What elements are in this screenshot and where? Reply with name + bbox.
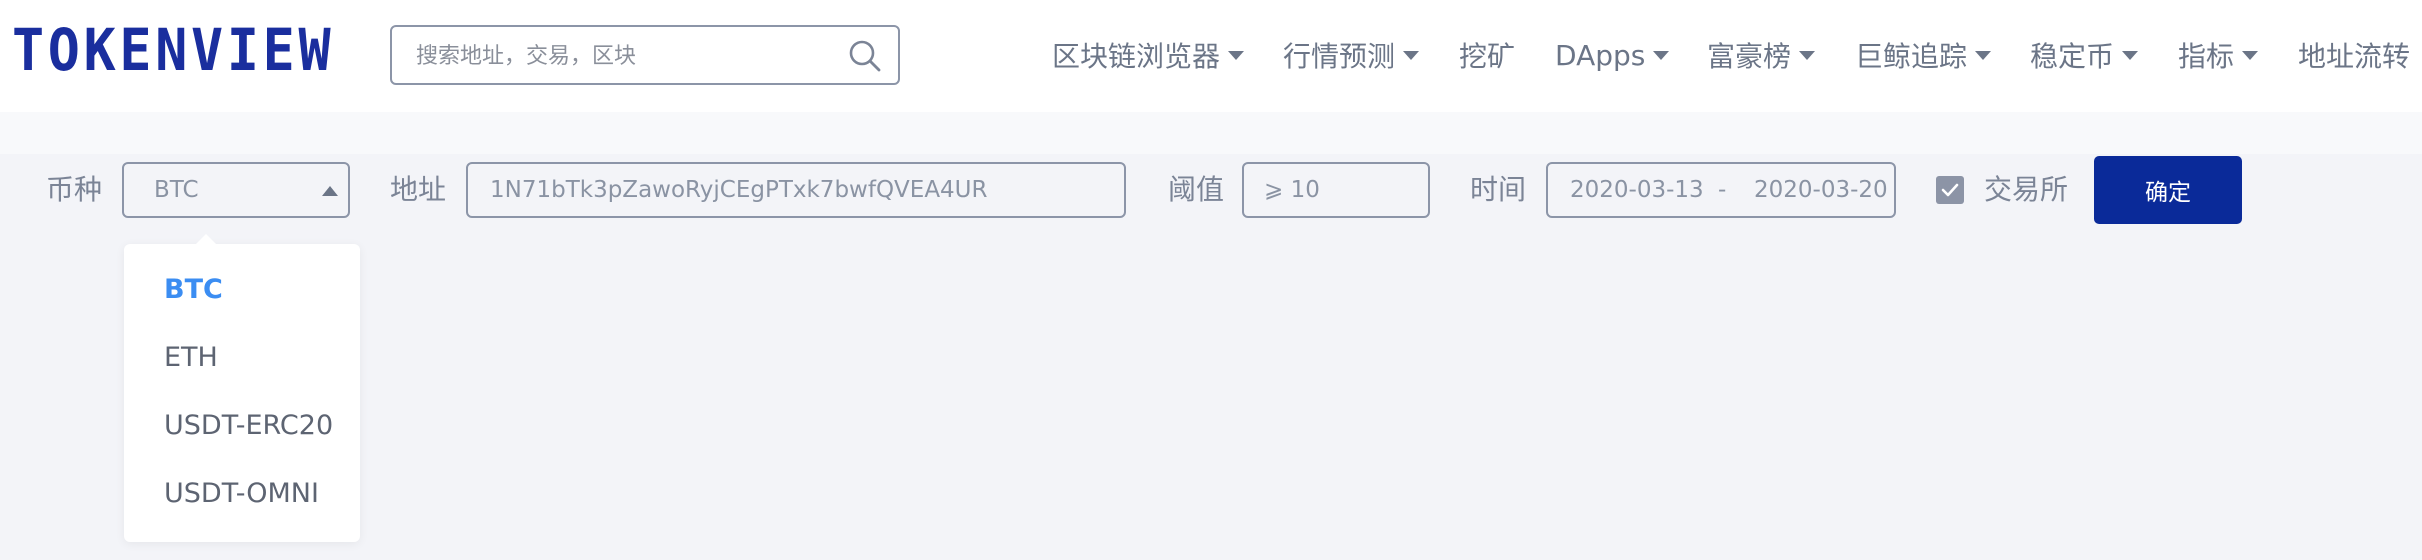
coin-option-btc[interactable]: BTC [164,274,223,305]
threshold-input[interactable]: ⩾ 10 [1242,162,1430,218]
nav-market-prediction[interactable]: 行情预测 [1283,30,1420,80]
nav-blockchain-explorer[interactable]: 区块链浏览器 [1052,30,1245,80]
caret-up-icon [322,186,338,196]
top-header: TOKENVIEW 区块链浏览器 行情预测 挖矿 DApps 富豪榜 巨鲸追踪 … [0,0,2422,112]
coin-option-usdt-omni[interactable]: USDT-OMNI [164,478,319,509]
caret-down-icon [1799,50,1816,60]
caret-down-icon [1403,50,1420,60]
address-value: 1N71bTk3pZawoRyjCEgPTxk7bwfQVEA4UR [490,177,988,203]
coin-dropdown-menu: BTC ETH USDT-ERC20 USDT-OMNI [124,234,360,542]
search-icon[interactable] [848,39,882,73]
nav-label: 富豪榜 [1707,40,1792,73]
nav-label: 行情预测 [1283,40,1396,73]
threshold-label: 阈值 [1168,173,1225,206]
coin-label: 币种 [46,173,103,206]
nav-label: 地址流转 [2298,40,2411,73]
nav-address-flow[interactable]: 地址流转 [2298,30,2410,80]
nav-indicators[interactable]: 指标 [2178,30,2259,80]
nav-label: 区块链浏览器 [1052,40,1221,73]
nav-label: 巨鲸追踪 [1855,40,1968,73]
date-separator: - [1718,177,1727,203]
caret-down-icon [1975,50,1992,60]
coin-select[interactable]: BTC [122,162,350,218]
address-input[interactable]: 1N71bTk3pZawoRyjCEgPTxk7bwfQVEA4UR [466,162,1126,218]
coin-option-usdt-erc20[interactable]: USDT-ERC20 [164,410,333,441]
date-end[interactable]: 2020-03-20 [1754,164,1888,216]
check-icon [1941,183,1959,197]
nav-label: 指标 [2178,40,2235,73]
threshold-value: ⩾ 10 [1264,177,1320,203]
caret-down-icon [1653,50,1670,60]
date-range-picker[interactable]: 2020-03-13 - 2020-03-20 [1546,162,1896,218]
confirm-button[interactable]: 确定 [2094,156,2242,224]
nav-dapps[interactable]: DApps [1555,30,1670,80]
nav-whale-tracking[interactable]: 巨鲸追踪 [1855,30,1992,80]
search-input[interactable] [414,27,838,85]
nav-rich-list[interactable]: 富豪榜 [1707,30,1816,80]
nav-label: 稳定币 [2030,40,2115,73]
caret-down-icon [2122,50,2139,60]
sub-header-band [0,112,2422,154]
nav-stablecoin[interactable]: 稳定币 [2030,30,2139,80]
address-label: 地址 [390,173,447,206]
search-box[interactable] [390,25,900,85]
caret-down-icon [1228,50,1245,60]
exchange-checkbox[interactable] [1936,176,1964,204]
date-start[interactable]: 2020-03-13 [1570,164,1704,216]
nav-mining[interactable]: 挖矿 [1459,30,1515,80]
coin-select-value: BTC [154,177,199,203]
time-label: 时间 [1470,173,1527,206]
nav-label: DApps [1555,38,1646,72]
exchange-label: 交易所 [1984,173,2069,206]
tokenview-logo[interactable]: TOKENVIEW [12,21,334,79]
coin-option-eth[interactable]: ETH [164,342,218,373]
caret-down-icon [2242,50,2259,60]
nav-label: 挖矿 [1459,40,1516,73]
